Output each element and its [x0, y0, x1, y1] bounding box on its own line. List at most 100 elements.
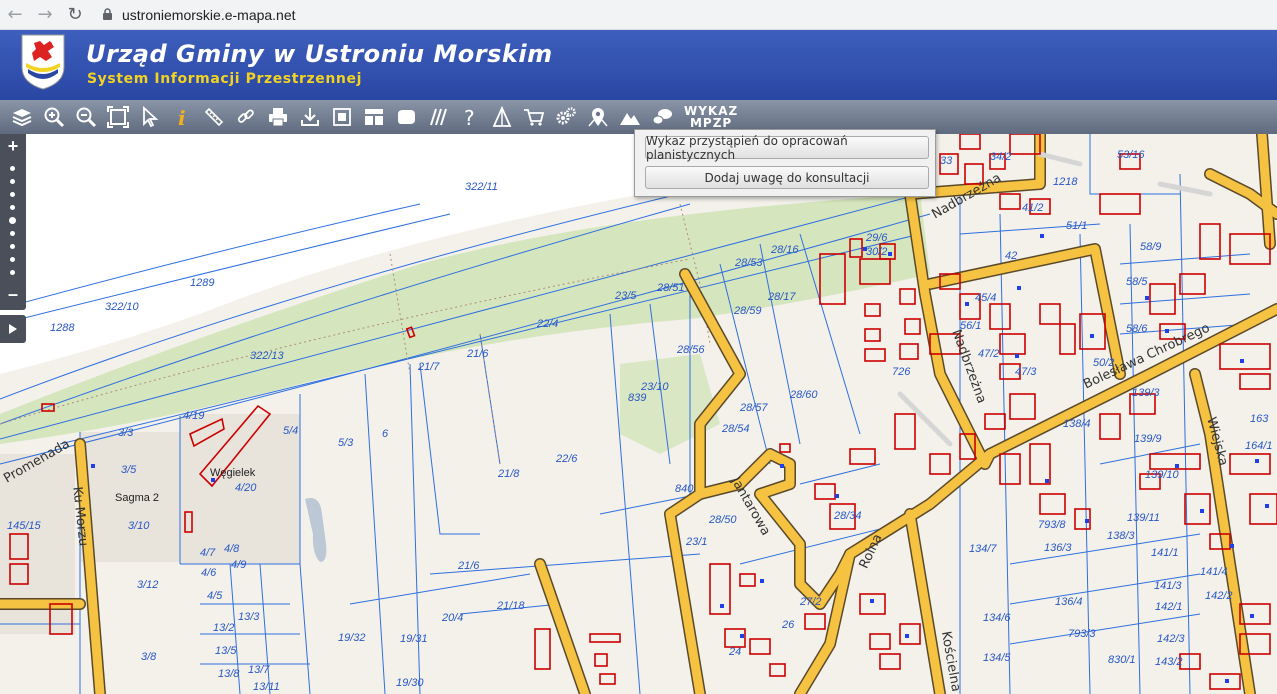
parcel-label: 13/5 [215, 645, 237, 657]
full-extent-icon[interactable] [102, 102, 134, 132]
terrain-icon[interactable] [614, 102, 646, 132]
parcel-label: 23/5 [615, 290, 637, 302]
parcel-label: 28/57 [740, 402, 768, 414]
parcel-label: 322/13 [250, 350, 284, 362]
parcel-label: 47/2 [978, 348, 1000, 360]
parcel-label: 4/9 [231, 559, 247, 571]
parcel-label: 134/6 [983, 612, 1011, 624]
svg-text:?: ? [464, 106, 475, 128]
parcel-label: 45/4 [975, 292, 997, 304]
parcel-label: 134/7 [969, 543, 997, 555]
parcel-label: 726 [892, 366, 911, 378]
map-canvas[interactable]: 322/11 1289 322/10 1288 322/13 22/4 23/5… [0, 134, 1277, 694]
parcel-label: 139/3 [1132, 387, 1160, 399]
zoom-in-icon[interactable] [38, 102, 70, 132]
parcel-label: 33 [940, 155, 953, 167]
expand-panel-button[interactable] [0, 315, 26, 343]
back-icon[interactable]: ← [0, 0, 30, 30]
help-icon[interactable]: ? [454, 102, 486, 132]
download-icon[interactable] [294, 102, 326, 132]
zoom-level-dot[interactable] [10, 244, 15, 249]
zoom-out-button[interactable]: – [0, 284, 26, 305]
parcel-label: 141/1 [1151, 547, 1179, 559]
parcel-label: 19/30 [396, 677, 424, 689]
parcel-label: 793/3 [1068, 628, 1096, 640]
measure-icon[interactable] [198, 102, 230, 132]
link-icon[interactable] [230, 102, 262, 132]
comment-icon[interactable] [646, 102, 678, 132]
parcel-label: 58/5 [1126, 276, 1148, 288]
parcel-label: 28/50 [709, 514, 737, 526]
wykaz-mpzp-button[interactable]: WYKAZ MPZP [684, 105, 738, 129]
parcel-label: 22/4 [537, 318, 559, 330]
parcel-label: 22/6 [556, 453, 578, 465]
parcel-label: 51/1 [1066, 220, 1088, 232]
print-icon[interactable] [262, 102, 294, 132]
pointer-icon[interactable] [134, 102, 166, 132]
zoom-level-dot[interactable] [10, 205, 15, 210]
info-icon[interactable]: i [166, 102, 198, 132]
lock-icon [98, 6, 116, 24]
zoom-level-dot[interactable] [10, 231, 15, 236]
place-label-wegielek: Węgielek [210, 467, 256, 479]
place-icon[interactable] [582, 102, 614, 132]
parcel-label: 30/2 [866, 246, 888, 258]
zoom-level-dot[interactable] [10, 257, 15, 262]
settings-icon[interactable] [550, 102, 582, 132]
parcel-label: 27/2 [800, 596, 822, 608]
zoom-level-dot[interactable] [10, 179, 15, 184]
parcel-label: 13/11 [253, 681, 280, 693]
wykaz-dropdown-menu: Wykaz przystąpień do opracowań planistyc… [634, 129, 936, 197]
zoom-level-dot[interactable] [10, 192, 15, 197]
parcel-label: 21/18 [497, 600, 525, 612]
parcel-label: 3/5 [121, 464, 137, 476]
overview-icon[interactable] [326, 102, 358, 132]
parcel-label: 58/6 [1126, 323, 1148, 335]
zoom-slider[interactable]: + – [0, 134, 26, 310]
parcel-label: 58/9 [1140, 241, 1162, 253]
parcel-label: 13/2 [213, 622, 235, 634]
browser-bar: ← → ↻ ustroniemorskie.e-mapa.net [0, 0, 1277, 30]
parcel-label: 136/3 [1044, 542, 1072, 554]
zoom-out-icon[interactable] [70, 102, 102, 132]
parcel-label: 163 [1250, 413, 1269, 425]
parcel-label: 28/59 [734, 305, 762, 317]
zoom-level-dot[interactable] [10, 166, 15, 171]
parcel-label: 1289 [190, 277, 215, 289]
add-comment-button[interactable]: Dodaj uwagę do konsultacji [645, 166, 929, 189]
zoom-level-dot-active[interactable] [9, 217, 16, 224]
forward-icon[interactable]: → [30, 0, 60, 30]
layers-icon[interactable] [6, 102, 38, 132]
parcel-label: 141/3 [1154, 580, 1182, 592]
parcel-label: 3/10 [128, 520, 150, 532]
parcel-label: 5/4 [283, 425, 299, 437]
parcel-label: 19/32 [338, 632, 366, 644]
reload-icon[interactable]: ↻ [60, 0, 90, 30]
parcel-label: 3/3 [118, 427, 134, 439]
page-title: Urząd Gminy w Ustroniu Morskim [86, 40, 553, 68]
parcel-label: 21/8 [498, 468, 520, 480]
annotation-icon[interactable] [390, 102, 422, 132]
zoom-level-dot[interactable] [10, 270, 15, 275]
parcel-label: 3/8 [141, 651, 157, 663]
cart-icon[interactable] [518, 102, 550, 132]
parcel-label: 4/6 [201, 567, 217, 579]
parcel-label: 28/56 [677, 344, 705, 356]
przystapienia-list-button[interactable]: Wykaz przystąpień do opracowań planistyc… [645, 134, 929, 162]
parcel-label: 21/7 [418, 361, 440, 373]
parcel-label: 53/16 [1117, 149, 1145, 161]
parcel-label: 839 [628, 392, 647, 404]
address-bar[interactable]: ustroniemorskie.e-mapa.net [98, 6, 296, 24]
zoom-in-button[interactable]: + [0, 136, 26, 157]
parcel-label: 6 [382, 428, 389, 440]
parcel-label: 20/4 [442, 612, 464, 624]
place-label-sagma: Sagma 2 [115, 492, 160, 504]
sunlight-icon[interactable] [486, 102, 518, 132]
parcel-label: 28/60 [790, 389, 818, 401]
url-text: ustroniemorskie.e-mapa.net [122, 6, 296, 23]
layout-icon[interactable] [358, 102, 390, 132]
parcel-label: 322/11 [465, 181, 498, 193]
parcel-label: 136/4 [1055, 596, 1083, 608]
parcel-label: 13/7 [248, 664, 270, 676]
hatch-icon[interactable] [422, 102, 454, 132]
